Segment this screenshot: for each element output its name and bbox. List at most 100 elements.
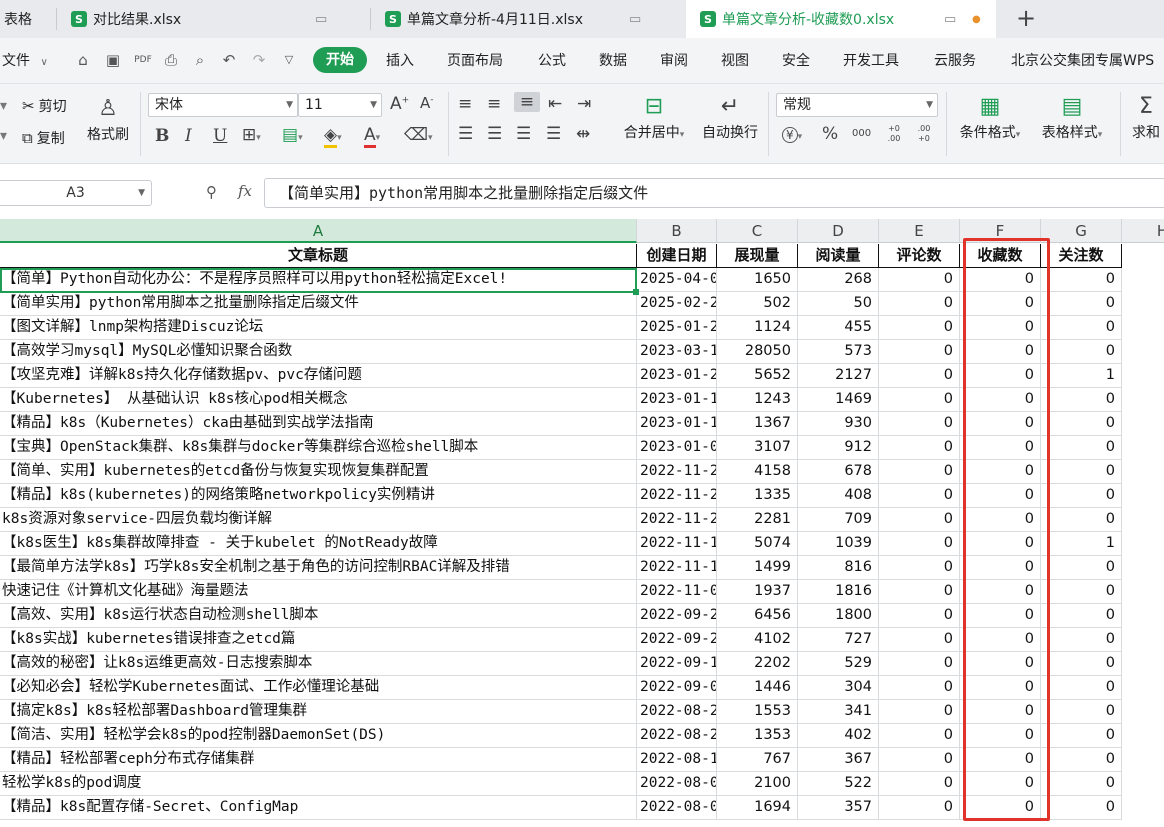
cell-date[interactable]: 2022-08-0 — [637, 772, 717, 796]
cell-reads[interactable]: 341 — [798, 700, 879, 724]
cell-title[interactable]: 【最简单方法学k8s】巧学k8s安全机制之基于角色的访问控制RBAC详解及排错 — [0, 556, 637, 580]
cell-impressions[interactable]: 1335 — [717, 484, 798, 508]
header-cell-comments[interactable]: 评论数 — [879, 244, 960, 268]
cell-reads[interactable]: 50 — [798, 292, 879, 316]
cell-comments[interactable]: 0 — [879, 268, 960, 292]
cell-title[interactable]: 【必知必会】轻松学Kubernetes面试、工作必懂理论基础 — [0, 676, 637, 700]
cell-comments[interactable]: 0 — [879, 436, 960, 460]
save-icon[interactable]: ▣ — [104, 51, 122, 69]
redo-icon[interactable]: ↷ — [250, 51, 268, 69]
distributed-align-icon[interactable]: ⇹ — [576, 124, 590, 144]
menu-view[interactable]: 视图 — [721, 50, 749, 70]
cell-title[interactable]: 【高效、实用】k8s运行状态自动检测shell脚本 — [0, 604, 637, 628]
cell-title[interactable]: 【精品】k8s（Kubernetes）cka由基础到实战学法指南 — [0, 412, 637, 436]
menu-custom-wps[interactable]: 北京公交集团专属WPS — [1011, 50, 1154, 70]
cell-reads[interactable]: 930 — [798, 412, 879, 436]
cell-follows[interactable]: 0 — [1041, 460, 1122, 484]
cell-favorites[interactable]: 0 — [960, 628, 1041, 652]
cell-impressions[interactable]: 1446 — [717, 676, 798, 700]
cell-follows[interactable]: 0 — [1041, 796, 1122, 820]
column-header-h[interactable]: H — [1122, 219, 1164, 243]
cell-reads[interactable]: 573 — [798, 340, 879, 364]
paste-dropdown-icon[interactable]: ▾ — [0, 98, 7, 114]
menu-file[interactable]: 文件 ∨ — [2, 50, 48, 70]
increase-decimal-button[interactable]: +0 .00 — [884, 124, 904, 144]
font-color-button[interactable]: A▾ — [364, 125, 380, 148]
increase-indent-icon[interactable]: ⇥ — [577, 94, 591, 114]
column-header-e[interactable]: E — [879, 219, 960, 243]
column-header-c[interactable]: C — [717, 219, 798, 243]
cell-favorites[interactable]: 0 — [960, 340, 1041, 364]
cell-date[interactable]: 2022-08-2 — [637, 700, 717, 724]
cell-date[interactable]: 2022-11-1 — [637, 556, 717, 580]
header-cell-impressions[interactable]: 展现量 — [717, 244, 798, 268]
fill-handle[interactable] — [633, 289, 639, 295]
cell-impressions[interactable]: 1499 — [717, 556, 798, 580]
cell-comments[interactable]: 0 — [879, 700, 960, 724]
cell-title[interactable]: 【搞定k8s】k8s轻松部署Dashboard管理集群 — [0, 700, 637, 724]
cell-favorites[interactable]: 0 — [960, 364, 1041, 388]
align-center-icon[interactable]: ☰ — [487, 124, 502, 144]
menu-security[interactable]: 安全 — [782, 50, 810, 70]
cell-title[interactable]: 【图文详解】lnmp架构搭建Discuz论坛 — [0, 316, 637, 340]
cell-comments[interactable]: 0 — [879, 508, 960, 532]
cell-comments[interactable]: 0 — [879, 676, 960, 700]
cell-impressions[interactable]: 1553 — [717, 700, 798, 724]
formula-input[interactable]: 【简单实用】python常用脚本之批量删除指定后缀文件 — [264, 178, 1164, 208]
cell-reads[interactable]: 912 — [798, 436, 879, 460]
cell-date[interactable]: 2023-01-0 — [637, 436, 717, 460]
cell-favorites[interactable]: 0 — [960, 436, 1041, 460]
cell-follows[interactable]: 1 — [1041, 364, 1122, 388]
cell-date[interactable]: 2022-09-1 — [637, 652, 717, 676]
cell-reads[interactable]: 816 — [798, 556, 879, 580]
undo-icon[interactable]: ↶ — [220, 51, 238, 69]
cell-impressions[interactable]: 1243 — [717, 388, 798, 412]
cell-follows[interactable]: 0 — [1041, 340, 1122, 364]
cell-date[interactable]: 2023-01-2 — [637, 364, 717, 388]
cell-follows[interactable]: 0 — [1041, 436, 1122, 460]
cell-comments[interactable]: 0 — [879, 628, 960, 652]
cell-follows[interactable]: 0 — [1041, 580, 1122, 604]
clear-format-icon[interactable]: ⌫▾ — [404, 125, 433, 145]
cell-impressions[interactable]: 1937 — [717, 580, 798, 604]
copy-button[interactable]: ⧉ 复制 — [22, 128, 65, 148]
open-folder-icon[interactable]: ⌂ — [74, 51, 92, 69]
cell-date[interactable]: 2025-04-0 — [637, 268, 717, 292]
percent-button[interactable]: % — [822, 124, 838, 144]
cell-date[interactable]: 2022-08-1 — [637, 748, 717, 772]
cell-favorites[interactable]: 0 — [960, 484, 1041, 508]
menu-data[interactable]: 数据 — [599, 50, 627, 70]
font-size-select[interactable]: 11 ▼ — [298, 93, 382, 117]
cell-title[interactable]: 【宝典】OpenStack集群、k8s集群与docker等集群综合巡检shell… — [0, 436, 637, 460]
cell-impressions[interactable]: 4158 — [717, 460, 798, 484]
window-icon[interactable]: ▭ — [629, 12, 641, 27]
format-painter-button[interactable]: ♙ 格式刷 — [84, 94, 132, 144]
cell-reads[interactable]: 709 — [798, 508, 879, 532]
cell-favorites[interactable]: 0 — [960, 676, 1041, 700]
window-icon[interactable]: ▭ — [944, 12, 956, 27]
cell-reads[interactable]: 2127 — [798, 364, 879, 388]
cell-favorites[interactable]: 0 — [960, 292, 1041, 316]
cell-impressions[interactable]: 767 — [717, 748, 798, 772]
cell-title[interactable]: 【k8s医生】k8s集群故障排查 - 关于kubelet 的NotReady故障 — [0, 532, 637, 556]
cell-impressions[interactable]: 1367 — [717, 412, 798, 436]
cell-title[interactable]: 【精品】轻松部署ceph分布式存储集群 — [0, 748, 637, 772]
menu-insert[interactable]: 插入 — [386, 50, 414, 70]
cell-impressions[interactable]: 2281 — [717, 508, 798, 532]
cell-follows[interactable]: 0 — [1041, 412, 1122, 436]
column-header-d[interactable]: D — [798, 219, 879, 243]
cut-button[interactable]: ✂ 剪切 — [22, 96, 67, 116]
cell-follows[interactable]: 0 — [1041, 604, 1122, 628]
cell-comments[interactable]: 0 — [879, 460, 960, 484]
cell-impressions[interactable]: 2202 — [717, 652, 798, 676]
fill-pattern-icon[interactable]: ▤▾ — [282, 125, 303, 145]
cell-favorites[interactable]: 0 — [960, 388, 1041, 412]
cell-follows[interactable]: 0 — [1041, 724, 1122, 748]
menu-formulas[interactable]: 公式 — [538, 50, 566, 70]
window-icon[interactable]: ▭ — [315, 12, 327, 27]
cell-comments[interactable]: 0 — [879, 796, 960, 820]
header-cell-date[interactable]: 创建日期 — [637, 244, 717, 268]
print-preview-icon[interactable]: ⌕ — [191, 51, 209, 69]
cell-reads[interactable]: 357 — [798, 796, 879, 820]
cell-comments[interactable]: 0 — [879, 772, 960, 796]
